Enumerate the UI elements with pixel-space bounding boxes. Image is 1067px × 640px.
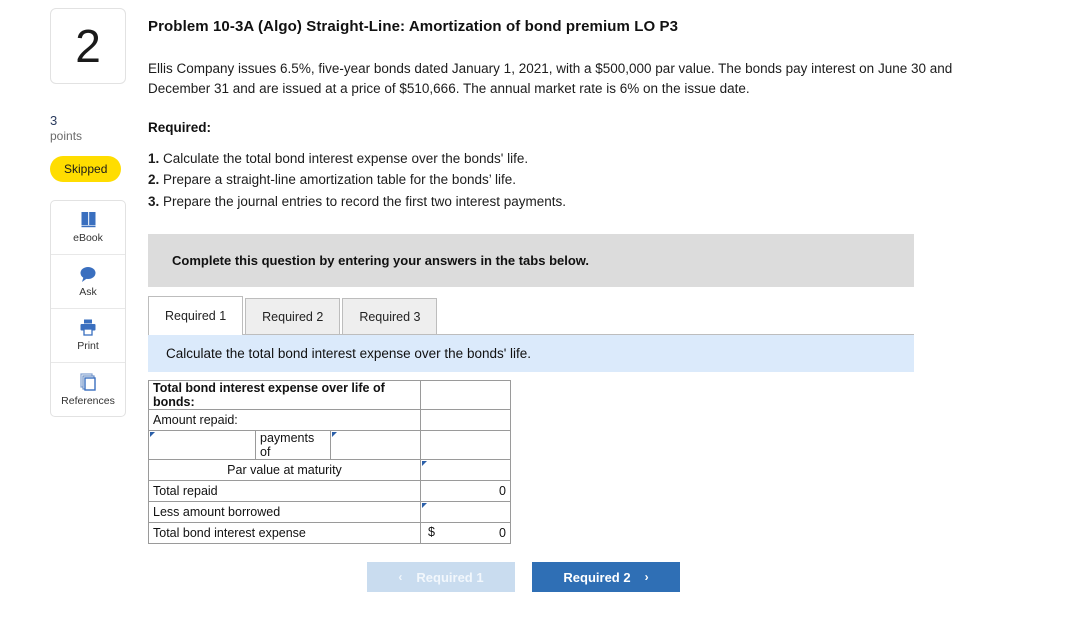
question-content: Problem 10-3A (Algo) Straight-Line: Amor… — [148, 18, 1028, 593]
total-bond-interest-expense-value-cell: $ 0 — [420, 522, 511, 545]
less-amount-borrowed-label: Less amount borrowed — [148, 501, 421, 524]
pages-stack-icon — [78, 372, 98, 392]
requirement-text: Prepare the journal entries to record th… — [163, 193, 566, 209]
tab-instruction-banner: Calculate the total bond interest expens… — [148, 335, 914, 373]
tab-bar: Required 1 Required 2 Required 3 — [148, 296, 914, 336]
required-heading: Required: — [148, 120, 212, 136]
chevron-left-icon: ‹ — [398, 570, 403, 585]
question-sidebar: 2 3 points Skipped eBook Ask Print Refer… — [50, 8, 126, 417]
requirement-number: 3. — [148, 193, 160, 209]
tool-print-label: Print — [77, 340, 99, 353]
next-required-label: Required 2 — [563, 569, 631, 585]
header-spacer-cell — [420, 380, 511, 411]
total-bond-interest-expense-value: 0 — [499, 526, 506, 541]
tool-print[interactable]: Print — [51, 309, 125, 363]
payment-amount-input[interactable] — [330, 430, 421, 461]
answer-table: Total bond interest expense over life of… — [148, 380, 511, 545]
table-row: payments of — [148, 430, 511, 461]
tab-required-1[interactable]: Required 1 — [148, 296, 244, 336]
table-row: Total repaid 0 — [148, 480, 511, 503]
requirement-number: 2. — [148, 172, 160, 188]
par-value-label: Par value at maturity — [148, 459, 421, 482]
total-repaid-label: Total repaid — [148, 480, 421, 503]
total-bond-interest-expense-label: Total bond interest expense — [148, 522, 421, 545]
tool-references[interactable]: References — [51, 363, 125, 416]
tab-required-3[interactable]: Required 3 — [342, 298, 438, 336]
tool-ebook-label: eBook — [73, 232, 103, 245]
question-number-box: 2 — [50, 8, 126, 84]
requirements-list: 1. Calculate the total bond interest exp… — [148, 148, 1028, 212]
tool-ebook[interactable]: eBook — [51, 201, 125, 255]
points-value: 3 — [50, 113, 58, 128]
amount-repaid-label: Amount repaid: — [148, 409, 421, 432]
par-value-input[interactable] — [420, 459, 511, 482]
tool-ask-label: Ask — [79, 285, 97, 298]
next-required-button[interactable]: Required 2 › — [532, 562, 680, 593]
nav-buttons: ‹ Required 1 Required 2 › — [148, 562, 1028, 593]
previous-required-button[interactable]: ‹ Required 1 — [367, 562, 515, 593]
tab-underline — [148, 334, 914, 336]
printer-icon — [78, 318, 98, 337]
question-number: 2 — [75, 20, 101, 72]
currency-symbol: $ — [428, 525, 435, 540]
table-row: Total bond interest expense $ 0 — [148, 522, 511, 545]
tool-panel: eBook Ask Print References — [50, 199, 126, 417]
question-page: 2 3 points Skipped eBook Ask Print Refer… — [0, 0, 1067, 640]
amount-repaid-spacer — [420, 409, 511, 432]
problem-title: Problem 10-3A (Algo) Straight-Line: Amor… — [148, 18, 679, 35]
chat-bubble-icon — [78, 265, 98, 283]
requirement-item: 1. Calculate the total bond interest exp… — [148, 148, 1028, 169]
tool-ask[interactable]: Ask — [51, 255, 125, 309]
answer-table-header: Total bond interest expense over life of… — [148, 380, 421, 411]
table-row: Less amount borrowed — [148, 501, 511, 524]
table-row-header: Total bond interest expense over life of… — [148, 380, 511, 411]
payments-of-label: payments of — [255, 430, 331, 461]
answer-table-wrapper: Total bond interest expense over life of… — [148, 380, 1028, 545]
requirement-item: 2. Prepare a straight-line amortization … — [148, 169, 1028, 190]
requirement-number: 1. — [148, 151, 160, 167]
less-amount-borrowed-input[interactable] — [420, 501, 511, 524]
instruction-bar: Complete this question by entering your … — [148, 234, 914, 288]
status-badge: Skipped — [50, 155, 122, 182]
tool-references-label: References — [61, 394, 115, 407]
requirement-text: Calculate the total bond interest expens… — [163, 151, 529, 167]
tab-required-2[interactable]: Required 2 — [245, 298, 341, 336]
chevron-right-icon: › — [644, 570, 649, 585]
requirement-text: Prepare a straight-line amortization tab… — [163, 172, 516, 188]
table-row: Par value at maturity — [148, 459, 511, 482]
payments-row-result — [420, 430, 511, 461]
points-label: points — [50, 128, 83, 143]
total-repaid-value: 0 — [420, 480, 511, 503]
book-icon — [79, 210, 98, 229]
table-row: Amount repaid: — [148, 409, 511, 432]
problem-statement: Ellis Company issues 6.5%, five-year bon… — [148, 61, 953, 96]
requirement-item: 3. Prepare the journal entries to record… — [148, 191, 1028, 212]
previous-required-label: Required 1 — [416, 569, 484, 585]
payments-count-input[interactable] — [148, 430, 256, 461]
